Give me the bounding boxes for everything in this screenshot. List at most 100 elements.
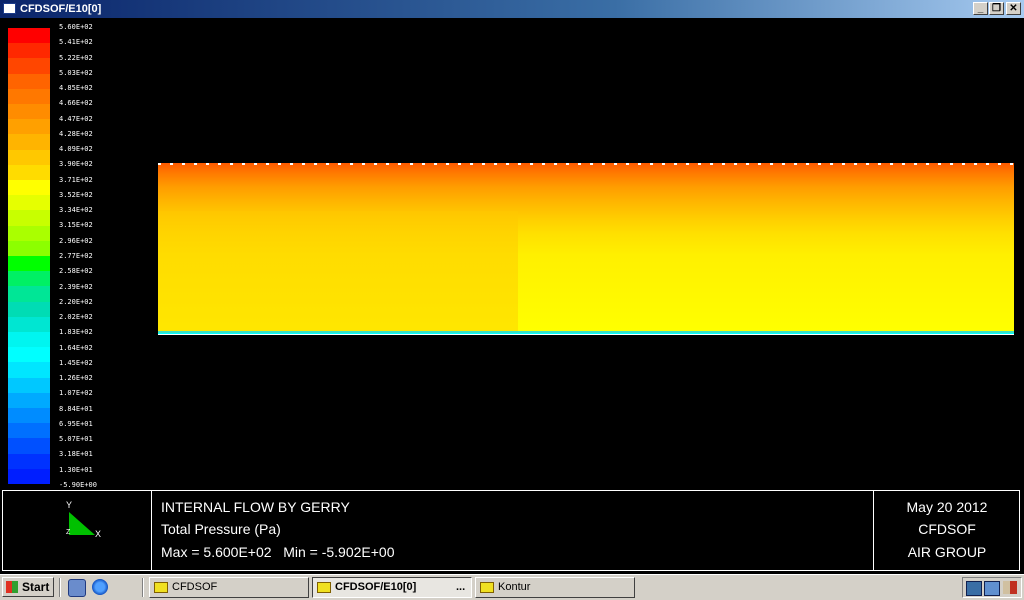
- software-text: CFDSOF: [918, 521, 976, 537]
- legend-label: 2.02E+02: [59, 313, 93, 322]
- axis-z-label: Z: [66, 529, 71, 536]
- legend-swatch: [8, 271, 50, 287]
- legend-swatch: [8, 164, 50, 181]
- legend-swatch: [8, 392, 50, 409]
- legend-label: 2.77E+02: [59, 252, 93, 260]
- legend-label: 2.96E+02: [59, 236, 93, 245]
- task-label: CFDSOF: [172, 581, 218, 593]
- legend-swatch: [8, 58, 50, 75]
- legend-swatch: [8, 256, 50, 272]
- legend-label: 3.71E+02: [59, 175, 93, 184]
- start-button[interactable]: Start: [2, 577, 54, 597]
- legend-swatch: [8, 286, 50, 303]
- internet-explorer-icon[interactable]: [92, 579, 108, 595]
- start-label: Start: [22, 580, 50, 594]
- legend-label: 5.41E+02: [59, 38, 93, 47]
- cfdsof-app-icon: [154, 582, 168, 593]
- legend-swatch: [8, 438, 50, 455]
- axis-triad-icon: [69, 512, 95, 535]
- taskbar: Start CFDSOF CFDSOF/E10[0] ... Kontur: [0, 574, 1024, 600]
- date-text: May 20 2012: [906, 499, 988, 515]
- legend-label: 3.18E+01: [59, 450, 93, 459]
- legend-label: 1.26E+02: [59, 374, 93, 383]
- info-right-box: May 20 2012 CFDSOF AIR GROUP: [873, 491, 1020, 570]
- legend-swatch: [8, 377, 50, 394]
- legend-swatch: [8, 43, 50, 59]
- legend-label: 2.58E+02: [59, 267, 93, 276]
- window-titlebar[interactable]: CFDSOF/E10[0] _ ❐ ✕: [0, 0, 1024, 18]
- legend-label: 3.90E+02: [59, 160, 93, 169]
- pressure-contour-plot: [158, 163, 1014, 331]
- legend-swatch: [8, 195, 50, 211]
- volume-icon[interactable]: [1003, 581, 1017, 594]
- legend-label: 2.39E+02: [59, 282, 93, 291]
- legend-swatch: [8, 453, 50, 470]
- legend-label: 5.22E+02: [59, 53, 93, 62]
- legend-swatch: [8, 316, 50, 333]
- legend-label: 3.15E+02: [59, 221, 93, 230]
- legend-label: 4.28E+02: [59, 129, 93, 138]
- legend-label: 5.60E+02: [59, 23, 93, 31]
- legend-swatch: [8, 362, 50, 379]
- windows-flag-icon: [6, 581, 18, 593]
- variable-name: Total Pressure (Pa): [161, 521, 281, 537]
- legend-swatch: [8, 225, 50, 242]
- legend-swatch: [8, 149, 50, 166]
- contour-wall-line: [158, 334, 1014, 335]
- cfdsof-app-icon: [317, 582, 331, 593]
- group-text: AIR GROUP: [907, 544, 987, 560]
- legend-swatch: [8, 73, 50, 90]
- window-title: CFDSOF/E10[0]: [20, 3, 102, 15]
- legend-swatch: [8, 468, 50, 485]
- task-button-kontur[interactable]: Kontur: [475, 577, 635, 598]
- plot-title: INTERNAL FLOW BY GERRY: [161, 499, 350, 515]
- legend-swatch: [8, 104, 50, 120]
- show-desktop-icon[interactable]: [68, 579, 86, 597]
- system-tray: [962, 577, 1022, 598]
- legend-label: 2.20E+02: [59, 297, 93, 306]
- legend-label: 1.30E+01: [59, 465, 93, 474]
- legend-label: 6.95E+01: [59, 419, 93, 428]
- close-button[interactable]: ✕: [1006, 2, 1021, 15]
- legend-swatch: [8, 332, 50, 348]
- axis-y-label: Y: [66, 500, 73, 510]
- axis-triad-box: Y X Z: [3, 491, 152, 570]
- task-button-cfdsof-e10[interactable]: CFDSOF/E10[0] ...: [312, 577, 472, 598]
- legend-swatch: [8, 347, 50, 363]
- legend-swatch: [8, 423, 50, 439]
- legend-label: 5.07E+01: [59, 435, 93, 444]
- maximize-button[interactable]: ❐: [989, 2, 1004, 15]
- task-button-cfdsof[interactable]: CFDSOF: [149, 577, 309, 598]
- legend-label: 3.34E+02: [59, 206, 93, 215]
- legend-label: 4.09E+02: [59, 145, 93, 154]
- legend-label: 4.47E+02: [59, 114, 93, 123]
- info-panel: Y X Z INTERNAL FLOW BY GERRY Total Press…: [2, 490, 1020, 571]
- cfdsof-app-icon: [480, 582, 494, 593]
- task-label: Kontur: [498, 581, 531, 593]
- legend-label: 5.03E+02: [59, 68, 93, 77]
- window-app-icon[interactable]: [3, 3, 16, 14]
- legend-label: 8.84E+01: [59, 404, 93, 413]
- network-icon[interactable]: [966, 581, 982, 596]
- task-ellipsis: ...: [456, 581, 466, 593]
- legend-label: 1.64E+02: [59, 343, 93, 352]
- taskbar-separator: [142, 578, 144, 597]
- legend-label: 3.52E+02: [59, 190, 93, 199]
- legend-label: 1.45E+02: [59, 358, 93, 367]
- legend-swatch: [8, 240, 50, 257]
- axis-x-label: X: [95, 529, 102, 539]
- legend-label: 4.85E+02: [59, 84, 93, 93]
- taskbar-separator: [59, 578, 61, 597]
- task-label: CFDSOF/E10[0]: [335, 581, 417, 593]
- legend-swatch: [8, 210, 50, 227]
- minimize-button[interactable]: _: [973, 2, 988, 15]
- network-icon[interactable]: [984, 581, 1000, 596]
- legend-swatch: [8, 180, 50, 196]
- legend-label: 1.83E+02: [59, 328, 93, 337]
- legend-label: 1.07E+02: [59, 389, 93, 398]
- legend-swatch: [8, 301, 50, 318]
- color-legend: [8, 28, 52, 485]
- legend-swatch: [8, 28, 50, 44]
- legend-swatch: [8, 134, 50, 151]
- range-text: Max = 5.600E+02 Min = -5.902E+00: [161, 544, 395, 560]
